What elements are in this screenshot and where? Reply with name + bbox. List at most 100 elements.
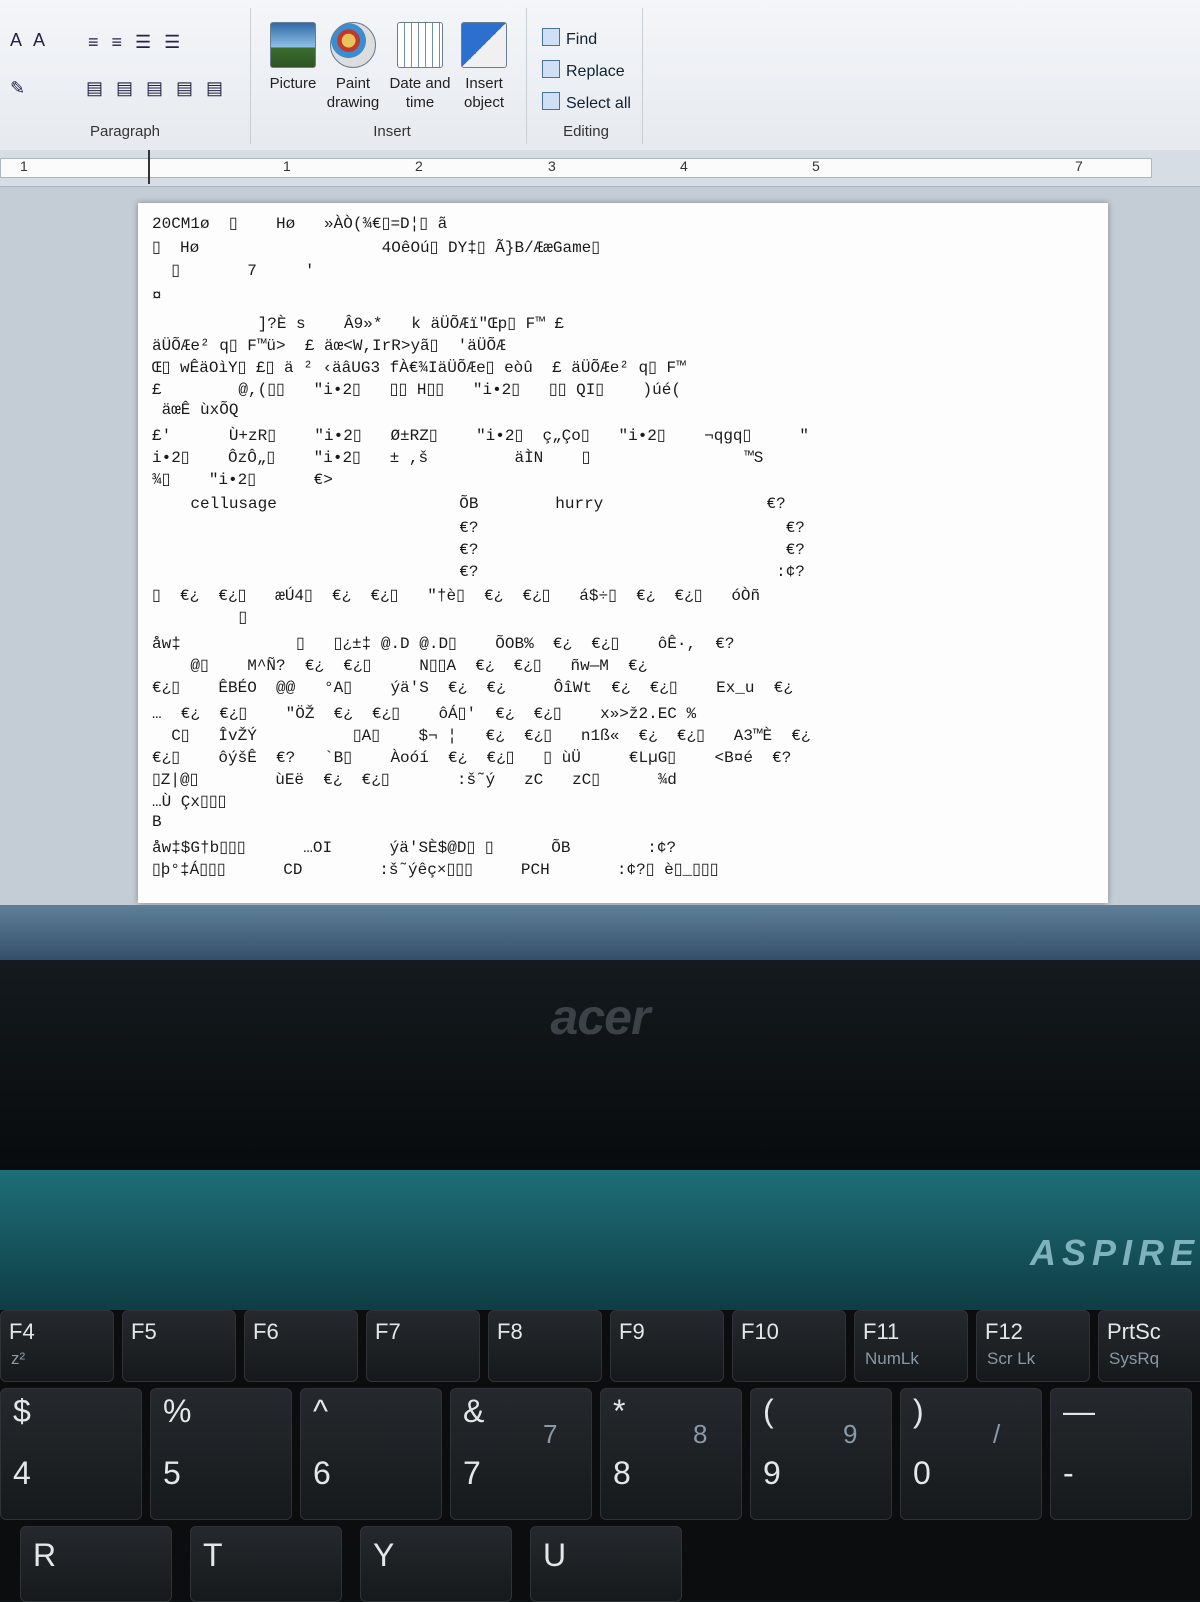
laptop-deck: ASPIRE — [0, 1170, 1200, 1310]
fn-key-sub: SysRq — [1109, 1349, 1160, 1368]
date-time-button[interactable]: Date and time — [384, 22, 456, 112]
number-key[interactable]: * 8 8 — [600, 1388, 742, 1520]
number-key[interactable]: $4 — [0, 1388, 142, 1520]
ruler-tick: 5 — [812, 158, 820, 174]
font-size-controls[interactable]: A A — [10, 30, 49, 51]
letter-key-label: T — [203, 1537, 223, 1573]
datetime-label: Date and time — [389, 75, 451, 111]
ruler-tick: 1 — [20, 158, 28, 174]
fn-key[interactable]: F10 — [732, 1310, 846, 1382]
fn-key-sub: z² — [11, 1349, 26, 1368]
number-key-shift: $ — [13, 1393, 31, 1429]
fn-key[interactable]: F6 — [244, 1310, 358, 1382]
document-line: C▯ ÎvŽÝ ▯A▯ $¬ ¦ €¿ €¿▯ n1ß« €¿ €¿▯ A3™È… — [152, 727, 811, 745]
model-logo: ASPIRE — [1029, 1232, 1200, 1273]
number-key[interactable]: (9 9 — [750, 1388, 892, 1520]
letter-key-label: Y — [373, 1537, 395, 1573]
fn-key[interactable]: F5 — [122, 1310, 236, 1382]
number-key-shift: & — [463, 1393, 485, 1429]
ruler-tick: 4 — [680, 158, 688, 174]
taskbar — [0, 905, 1200, 960]
fn-key[interactable]: F4 z² — [0, 1310, 114, 1382]
letter-key-label: R — [33, 1537, 57, 1573]
number-key-main: 0 — [913, 1455, 931, 1491]
number-key[interactable]: ) 0 / — [900, 1388, 1042, 1520]
paint-drawing-button[interactable]: Paint drawing — [320, 22, 386, 112]
document-line: €? :¢? — [152, 563, 805, 581]
indent-list-icons[interactable]: ≡ ≡ ☰ ☰ — [88, 32, 184, 53]
ruler-track — [0, 158, 1152, 178]
fn-key[interactable]: F9 — [610, 1310, 724, 1382]
document-line: äÜÕÆe² q▯ F™ü> £ äœ<W,IrR>yã▯ 'äÜÕÆ — [152, 337, 506, 355]
find-button[interactable]: Find — [542, 28, 597, 49]
object-label: Insert object — [463, 75, 505, 111]
number-key[interactable]: ^ 6 — [300, 1388, 442, 1520]
select-all-icon — [542, 92, 560, 110]
number-key-numpad: 7 — [543, 1419, 558, 1449]
select-all-button[interactable]: Select all — [542, 92, 631, 113]
fn-key[interactable]: PrtSc SysRq — [1098, 1310, 1200, 1382]
paint-label: Paint drawing — [326, 75, 380, 111]
color-pen-icon[interactable]: ✎ — [10, 78, 29, 99]
number-key-main: 9 — [763, 1455, 781, 1491]
picture-button[interactable]: Picture — [260, 22, 326, 93]
letter-key[interactable]: R — [20, 1526, 172, 1602]
document-line: ▯ 7 ' — [152, 262, 315, 280]
fn-key-label: F8 — [497, 1319, 523, 1344]
binoculars-icon — [542, 28, 560, 46]
select-all-label: Select all — [566, 95, 631, 112]
number-key-numpad: / — [993, 1419, 1001, 1449]
insert-object-button[interactable]: Insert object — [454, 22, 514, 112]
replace-icon — [542, 60, 560, 78]
ruler-tick: 1 — [283, 158, 291, 174]
document-line: cellusage ÕB hurry €? — [152, 495, 786, 513]
ruler[interactable]: 1 1 2 3 4 5 7 — [0, 150, 1200, 187]
fn-key-label: F6 — [253, 1319, 279, 1344]
editing-group: Find Replace Select all Editing — [530, 8, 643, 144]
document-line: €¿▯ ÊBÉO @@ °A▯ ýä'S €¿ €¿ ÔîWt €¿ €¿▯ E… — [152, 679, 793, 697]
document-line: ▯þ°‡Á▯▯▯ CD :š˜ýêç×▯▯▯ PCH :¢?▯ è▯_▯▯▯ — [152, 861, 719, 879]
document-line: åw‡ ▯ ▯¿±‡ @.D @.D▯ ÕOB% €¿ €¿▯ ôÊ·, €? — [152, 635, 735, 653]
ruler-tick: 3 — [548, 158, 556, 174]
fn-key[interactable]: F8 — [488, 1310, 602, 1382]
replace-button[interactable]: Replace — [542, 60, 625, 81]
document-line: ]?È s Â9»* k äÜÕÆï"Œp▯ F™ £ — [152, 315, 565, 333]
fn-key-label: F5 — [131, 1319, 157, 1344]
document-line: …Ù Çx▯▯▯ — [152, 793, 227, 811]
document-line: €? €? — [152, 541, 805, 559]
paragraph-group: A A ≡ ≡ ☰ ☰ ✎ ▤ ▤ ▤ ▤ ▤ Paragraph — [0, 8, 251, 144]
document-line: @▯ M^Ñ? €¿ €¿▯ N▯▯A €¿ €¿▯ ñw—M €¿ — [152, 657, 648, 675]
document-line: ▯ — [152, 609, 248, 627]
fn-key[interactable]: F7 — [366, 1310, 480, 1382]
fn-key[interactable]: F11 NumLk — [854, 1310, 968, 1382]
number-key-main: 6 — [313, 1455, 331, 1491]
number-key-shift: ^ — [313, 1393, 329, 1429]
document-page[interactable]: 20CM1ø ▯ Hø »ÀÒ(¾€▯=D¦▯ ã ▯ Hø 4OêOú▯ DY‡… — [138, 203, 1108, 903]
fn-key-label: F4 — [9, 1319, 35, 1344]
document-line: ¾▯ "i•2▯ €> — [152, 471, 333, 489]
fn-key-sub: Scr Lk — [987, 1349, 1036, 1368]
number-key[interactable]: & 7 7 — [450, 1388, 592, 1520]
fn-key[interactable]: F12 Scr Lk — [976, 1310, 1090, 1382]
document-line: åw‡$G†b▯▯▯ …OI ýä'SÈ$@D▯ ▯ ÕB :¢? — [152, 839, 677, 857]
letter-key[interactable]: T — [190, 1526, 342, 1602]
paint-icon — [330, 22, 376, 68]
picture-icon — [270, 22, 316, 68]
number-key-shift: * — [613, 1393, 626, 1429]
letter-key[interactable]: Y — [360, 1526, 512, 1602]
find-label: Find — [566, 31, 598, 48]
alignment-icons[interactable]: ▤ ▤ ▤ ▤ ▤ — [86, 78, 227, 99]
number-key[interactable]: % 5 — [150, 1388, 292, 1520]
number-key-main: - — [1063, 1455, 1074, 1491]
fn-key-label: F9 — [619, 1319, 645, 1344]
letter-key-label: U — [543, 1537, 567, 1573]
document-line: Œ▯ wÊäOìY▯ £▯ ä ² ‹äâUG3 fÀ€¾IäÜÕÆe▯ eòû… — [152, 359, 686, 377]
letter-key[interactable]: U — [530, 1526, 682, 1602]
indent-marker[interactable] — [148, 150, 160, 184]
number-key-shift: — — [1063, 1393, 1095, 1429]
document-line: i•2▯ ÔzÔ„▯ "i•2▯ ± ,š äÌN ▯ ™S — [152, 449, 764, 467]
number-key[interactable]: — - — [1050, 1388, 1192, 1520]
number-key-shift: % — [163, 1393, 192, 1429]
insert-label: Insert — [373, 123, 411, 140]
ribbon: A A ≡ ≡ ☰ ☰ ✎ ▤ ▤ ▤ ▤ ▤ Paragraph Pictur… — [0, 0, 1200, 151]
